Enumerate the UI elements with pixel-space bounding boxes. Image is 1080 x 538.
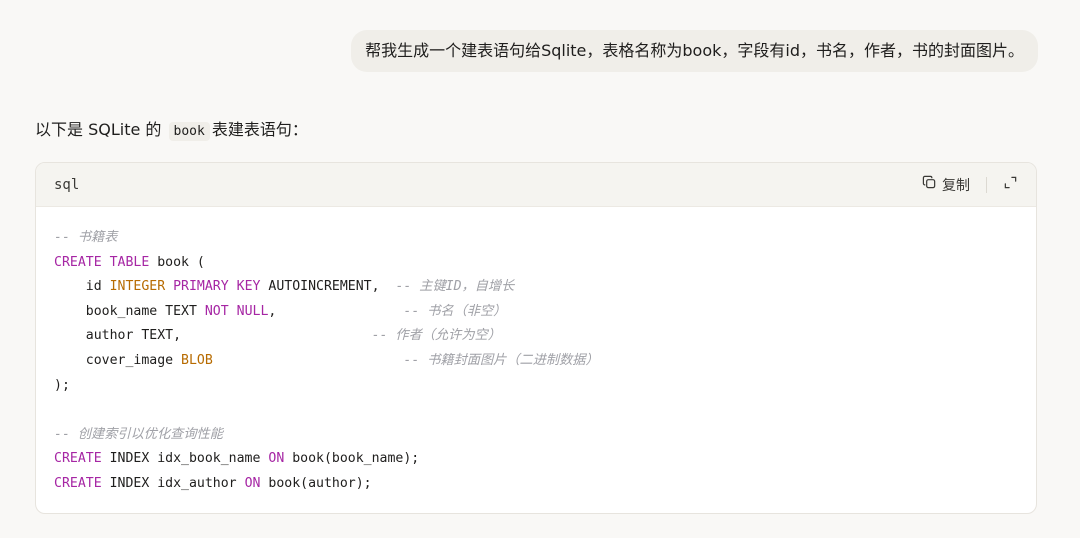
code-actions: 复制 xyxy=(922,175,1018,195)
code-token: book(book_name); xyxy=(284,451,420,467)
code-keyword: NOT xyxy=(204,303,229,319)
code-token: book ( xyxy=(149,254,205,270)
code-block: sql 复制 -- 书籍表 CREATE TABLE book (id INT… xyxy=(35,162,1037,514)
code-token: id xyxy=(54,279,110,295)
code-line: ); xyxy=(54,374,1018,399)
inline-code: book xyxy=(168,122,210,141)
copy-label: 复制 xyxy=(942,177,970,194)
code-token: , xyxy=(268,303,404,319)
code-keyword: PRIMARY xyxy=(173,279,229,295)
code-comment: -- 书籍封面图片（二进制数据） xyxy=(403,352,599,368)
code-comment: -- 创建索引以优化查询性能 xyxy=(54,426,223,442)
code-line: book_name TEXT NOT NULL, -- 书名（非空） xyxy=(54,300,1018,325)
code-keyword: ON xyxy=(268,451,285,467)
assistant-intro: 以下是 SQLite 的 book 表建表语句： xyxy=(35,118,308,144)
code-line: CREATE INDEX idx_book_name ON book(book_… xyxy=(54,447,1018,472)
code-comment: -- 主键ID，自增长 xyxy=(395,279,515,295)
copy-icon xyxy=(922,175,937,194)
code-keyword: CREATE xyxy=(54,451,102,467)
copy-button[interactable]: 复制 xyxy=(922,175,970,195)
code-keyword: CREATE xyxy=(54,475,102,491)
code-comment: -- 作者（允许为空） xyxy=(371,328,501,344)
code-keyword: KEY xyxy=(236,279,261,295)
code-token: cover_image xyxy=(54,352,182,368)
code-header: sql 复制 xyxy=(36,163,1036,207)
expand-icon xyxy=(1003,175,1018,194)
chat-page: 帮我生成一个建表语句给Sqlite，表格名称为book，字段有id，书名，作者，… xyxy=(0,0,1080,538)
code-keyword: CREATE xyxy=(54,254,102,270)
code-token: book(author); xyxy=(260,475,372,491)
code-token: book_name TEXT xyxy=(54,303,205,319)
actions-divider xyxy=(986,176,987,193)
code-line: CREATE TABLE book ( xyxy=(54,251,1018,276)
code-line: author TEXT, -- 作者（允许为空） xyxy=(54,324,1018,349)
expand-button[interactable] xyxy=(1003,175,1018,194)
code-line: -- 书籍表 xyxy=(54,226,1018,251)
code-comment: -- 书籍表 xyxy=(54,230,118,245)
code-language-label: sql xyxy=(54,176,80,193)
code-keyword: NULL xyxy=(236,303,269,319)
code-keyword: TABLE xyxy=(109,254,150,270)
user-message-bubble: 帮我生成一个建表语句给Sqlite，表格名称为book，字段有id，书名，作者，… xyxy=(351,30,1038,72)
code-line: CREATE INDEX idx_author ON book(author); xyxy=(54,472,1018,497)
code-token: INDEX idx_author xyxy=(101,475,245,491)
code-token: author TEXT, xyxy=(54,328,372,344)
code-token: INDEX idx_book_name xyxy=(101,451,269,467)
code-content: -- 书籍表 CREATE TABLE book ( id INTEGER PRI… xyxy=(36,207,1036,497)
code-line: id INTEGER PRIMARY KEY AUTOINCREMENT, --… xyxy=(54,275,1018,300)
code-token: AUTOINCREMENT, xyxy=(260,279,396,295)
code-line: cover_image BLOB -- 书籍封面图片（二进制数据） xyxy=(54,349,1018,374)
code-line: -- 创建索引以优化查询性能 xyxy=(54,423,1018,448)
code-comment: -- 书名（非空） xyxy=(403,303,507,319)
intro-text-before: 以下是 SQLite 的 xyxy=(35,120,162,139)
code-keyword: ON xyxy=(244,475,261,491)
intro-text-after: 表建表语句： xyxy=(211,120,308,139)
code-type: BLOB xyxy=(181,352,213,368)
code-token: ); xyxy=(54,377,70,393)
code-type: INTEGER xyxy=(109,279,166,295)
